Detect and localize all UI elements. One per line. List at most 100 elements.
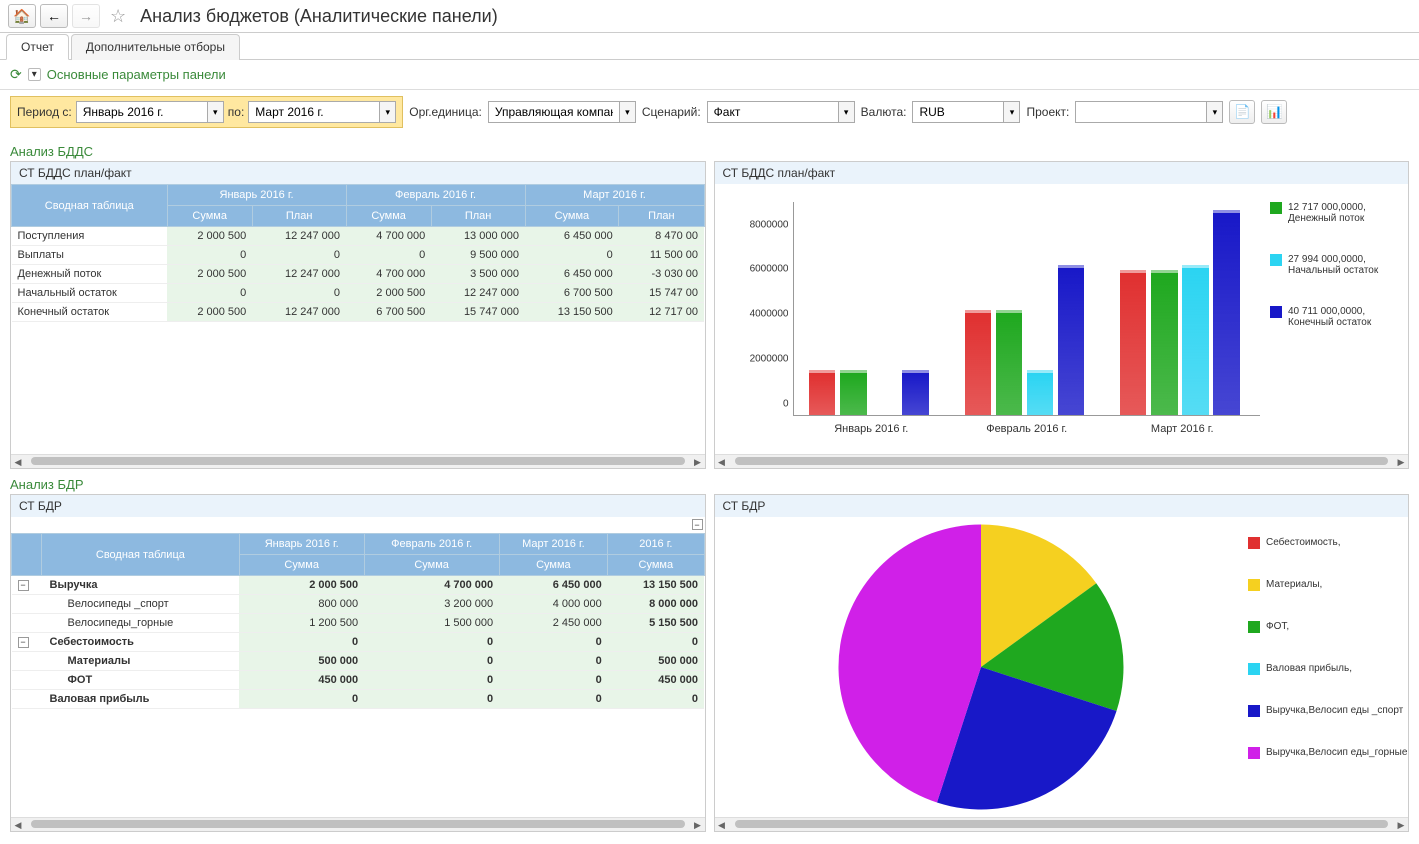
table-row[interactable]: Велосипеды _спорт800 0003 200 0004 000 0… bbox=[12, 595, 705, 614]
legend-item: Выручка,Велосип еды _спорт bbox=[1248, 705, 1408, 717]
y-tick: 8000000 bbox=[724, 219, 789, 230]
chart-bar bbox=[1182, 265, 1208, 415]
project-label: Проект: bbox=[1026, 105, 1069, 119]
scroll-left-icon[interactable]: ◀ bbox=[715, 455, 729, 469]
scroll-left-icon[interactable]: ◀ bbox=[715, 818, 729, 832]
y-tick: 2000000 bbox=[724, 354, 789, 365]
bdds-table-body[interactable]: Сводная таблицаЯнварь 2016 г.Февраль 201… bbox=[11, 184, 705, 454]
legend-swatch bbox=[1270, 306, 1282, 318]
period-from-combo[interactable]: ▾ bbox=[76, 101, 224, 123]
legend-item: 12 717 000,0000, Денежный поток bbox=[1270, 202, 1400, 224]
bdds-table: Сводная таблицаЯнварь 2016 г.Февраль 201… bbox=[11, 184, 705, 322]
table-row[interactable]: Конечный остаток2 000 50012 247 0006 700… bbox=[12, 303, 705, 322]
scroll-right-icon[interactable]: ▶ bbox=[691, 818, 705, 832]
currency-combo[interactable]: ▾ bbox=[912, 101, 1020, 123]
bdds-chart-hscroll[interactable]: ◀ ▶ bbox=[715, 454, 1409, 468]
bdr-chart-title: СТ БДР bbox=[715, 495, 1409, 517]
tab-bar: Отчет Дополнительные отборы bbox=[0, 33, 1419, 60]
table-row[interactable]: Выплаты0009 500 000011 500 00 bbox=[12, 246, 705, 265]
period-to-input[interactable] bbox=[249, 102, 379, 122]
legend-item: 27 994 000,0000, Начальный остаток bbox=[1270, 254, 1400, 276]
tab-additional-filters[interactable]: Дополнительные отборы bbox=[71, 34, 240, 60]
refresh-icon[interactable]: ⟳ bbox=[10, 66, 22, 83]
org-combo[interactable]: ▾ bbox=[488, 101, 636, 123]
bdds-table-title: СТ БДДС план/факт bbox=[11, 162, 705, 184]
table-row[interactable]: ФОТ450 00000450 000 bbox=[12, 671, 705, 690]
bdr-table-body[interactable]: − Сводная таблицаЯнварь 2016 г.Февраль 2… bbox=[11, 517, 705, 817]
period-to-combo[interactable]: ▾ bbox=[248, 101, 396, 123]
home-button[interactable]: 🏠 bbox=[8, 4, 36, 28]
y-tick: 4000000 bbox=[724, 309, 789, 320]
filters-row: Период с: ▾ по: ▾ Орг.единица: ▾ Сценари… bbox=[0, 90, 1419, 134]
scroll-right-icon[interactable]: ▶ bbox=[691, 455, 705, 469]
table-row[interactable]: Поступления2 000 50012 247 0004 700 0001… bbox=[12, 227, 705, 246]
bdr-table-hscroll[interactable]: ◀ ▶ bbox=[11, 817, 705, 831]
chart-bar bbox=[840, 370, 866, 415]
table-row[interactable]: Материалы500 00000500 000 bbox=[12, 652, 705, 671]
project-combo[interactable]: ▾ bbox=[1075, 101, 1223, 123]
bdds-chart-panel: СТ БДДС план/факт 0200000040000006000000… bbox=[714, 161, 1410, 469]
bdds-chart-legend: 12 717 000,0000, Денежный поток 27 994 00… bbox=[1270, 192, 1400, 446]
action-button-1[interactable]: 📄 bbox=[1229, 100, 1255, 124]
scenario-combo[interactable]: ▾ bbox=[707, 101, 855, 123]
chart-bar bbox=[902, 370, 928, 415]
legend-item: Выручка,Велосип еды_горные bbox=[1248, 747, 1408, 759]
table-row[interactable]: Валовая прибыль0000 bbox=[12, 690, 705, 709]
collapse-params-icon[interactable]: ▾ bbox=[28, 68, 41, 81]
currency-dropdown-icon[interactable]: ▾ bbox=[1003, 102, 1019, 122]
project-dropdown-icon[interactable]: ▾ bbox=[1206, 102, 1222, 122]
back-button[interactable]: ← bbox=[40, 4, 68, 28]
legend-swatch bbox=[1248, 705, 1260, 717]
period-block: Период с: ▾ по: ▾ bbox=[10, 96, 403, 128]
org-dropdown-icon[interactable]: ▾ bbox=[619, 102, 635, 122]
currency-label: Валюта: bbox=[861, 105, 907, 119]
currency-input[interactable] bbox=[913, 102, 1003, 122]
period-to-dropdown-icon[interactable]: ▾ bbox=[379, 102, 395, 122]
scroll-thumb[interactable] bbox=[31, 457, 685, 465]
bdds-section-title: Анализ БДДС bbox=[10, 144, 1409, 159]
bdr-table-panel: СТ БДР − Сводная таблицаЯнварь 2016 г.Фе… bbox=[10, 494, 706, 832]
chart-bar bbox=[1151, 270, 1177, 415]
chart-bar bbox=[871, 412, 897, 415]
legend-swatch bbox=[1248, 663, 1260, 675]
favorite-icon[interactable]: ☆ bbox=[110, 6, 126, 27]
legend-item: 40 711 000,0000, Конечный остаток bbox=[1270, 306, 1400, 328]
scroll-right-icon[interactable]: ▶ bbox=[1394, 455, 1408, 469]
bdr-table: Сводная таблицаЯнварь 2016 г.Февраль 201… bbox=[11, 533, 705, 709]
scenario-input[interactable] bbox=[708, 102, 838, 122]
bdr-section-title: Анализ БДР bbox=[10, 477, 1409, 492]
table-row[interactable]: −Выручка2 000 5004 700 0006 450 00013 15… bbox=[12, 576, 705, 595]
project-input[interactable] bbox=[1076, 102, 1206, 122]
bdr-table-title: СТ БДР bbox=[11, 495, 705, 517]
org-input[interactable] bbox=[489, 102, 619, 122]
chart-bar bbox=[1027, 370, 1053, 415]
period-from-dropdown-icon[interactable]: ▾ bbox=[207, 102, 223, 122]
bdds-bar-chart: 02000000400000060000008000000Январь 2016… bbox=[793, 202, 1261, 416]
legend-swatch bbox=[1248, 579, 1260, 591]
table-row[interactable]: Велосипеды_горные1 200 5001 500 0002 450… bbox=[12, 614, 705, 633]
bdds-table-hscroll[interactable]: ◀ ▶ bbox=[11, 454, 705, 468]
period-from-input[interactable] bbox=[77, 102, 207, 122]
tab-report[interactable]: Отчет bbox=[6, 34, 69, 60]
legend-swatch bbox=[1248, 621, 1260, 633]
tree-toggle-icon[interactable]: − bbox=[18, 637, 29, 648]
page-title: Анализ бюджетов (Аналитические панели) bbox=[140, 6, 498, 27]
collapse-all-icon[interactable]: − bbox=[692, 519, 703, 530]
period-to-label: по: bbox=[228, 105, 245, 119]
scroll-thumb[interactable] bbox=[735, 457, 1389, 465]
table-row[interactable]: Начальный остаток002 000 50012 247 0006 … bbox=[12, 284, 705, 303]
scroll-left-icon[interactable]: ◀ bbox=[11, 818, 25, 832]
scenario-dropdown-icon[interactable]: ▾ bbox=[838, 102, 854, 122]
table-row[interactable]: Денежный поток2 000 50012 247 0004 700 0… bbox=[12, 265, 705, 284]
forward-button[interactable]: → bbox=[72, 4, 100, 28]
tree-toggle-icon[interactable]: − bbox=[18, 580, 29, 591]
y-tick: 6000000 bbox=[724, 264, 789, 275]
table-row[interactable]: −Себестоимость0000 bbox=[12, 633, 705, 652]
org-label: Орг.единица: bbox=[409, 105, 482, 119]
action-button-2[interactable]: 📊 bbox=[1261, 100, 1287, 124]
legend-item: ФОТ, bbox=[1248, 621, 1408, 633]
scroll-right-icon[interactable]: ▶ bbox=[1394, 818, 1408, 832]
bdr-chart-hscroll[interactable]: ◀ ▶ bbox=[715, 817, 1409, 831]
main-toolbar: 🏠 ← → ☆ Анализ бюджетов (Аналитические п… bbox=[0, 0, 1419, 33]
scroll-left-icon[interactable]: ◀ bbox=[11, 455, 25, 469]
